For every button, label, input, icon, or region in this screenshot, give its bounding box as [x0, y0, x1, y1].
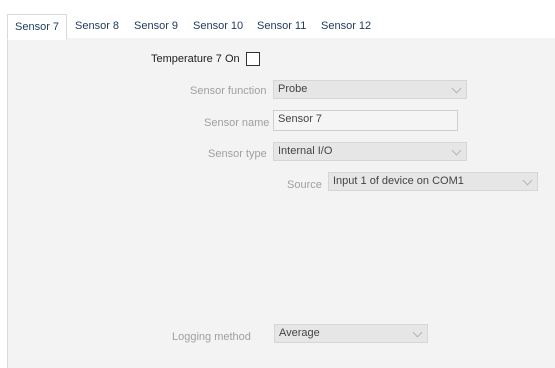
logging-method-value: Average	[279, 327, 320, 339]
tab-sensor-8[interactable]: Sensor 8	[67, 16, 127, 37]
chevron-down-icon	[451, 145, 462, 156]
sensor-function-value: Probe	[278, 83, 308, 95]
sensor-type-label: Sensor type	[208, 148, 267, 160]
source-value: Input 1 of device on COM1	[333, 175, 464, 187]
tab-sensor-9[interactable]: Sensor 9	[126, 16, 186, 37]
temperature-on-checkbox[interactable]	[246, 52, 260, 66]
sensor-function-label: Sensor function	[190, 85, 267, 97]
logging-method-select[interactable]: Average	[274, 324, 428, 343]
temperature-on-label: Temperature 7 On	[151, 53, 240, 65]
chevron-down-icon	[451, 83, 462, 94]
sensor-name-field[interactable]: Sensor 7	[273, 110, 458, 131]
tab-sensor-7[interactable]: Sensor 7	[7, 14, 68, 40]
tab-sensor-10[interactable]: Sensor 10	[185, 16, 251, 37]
chevron-down-icon	[522, 175, 533, 186]
tab-sensor-11[interactable]: Sensor 11	[249, 16, 314, 37]
tab-sensor-12[interactable]: Sensor 12	[313, 16, 379, 37]
sensor-type-select[interactable]: Internal I/O	[273, 142, 467, 161]
logging-method-label: Logging method	[172, 331, 251, 343]
sensor-function-select[interactable]: Probe	[273, 80, 467, 99]
source-label: Source	[287, 179, 322, 191]
sensor-name-label: Sensor name	[204, 117, 270, 129]
sensor-name-value: Sensor 7	[278, 113, 323, 125]
sensor-settings-panel: Temperature 7 On Sensor function Probe S…	[7, 38, 555, 368]
source-select[interactable]: Input 1 of device on COM1	[328, 172, 538, 191]
sensor-tabstrip: Sensor 7 Sensor 8 Sensor 9 Sensor 10 Sen…	[7, 14, 554, 40]
sensor-type-value: Internal I/O	[278, 145, 333, 157]
chevron-down-icon	[412, 327, 423, 338]
